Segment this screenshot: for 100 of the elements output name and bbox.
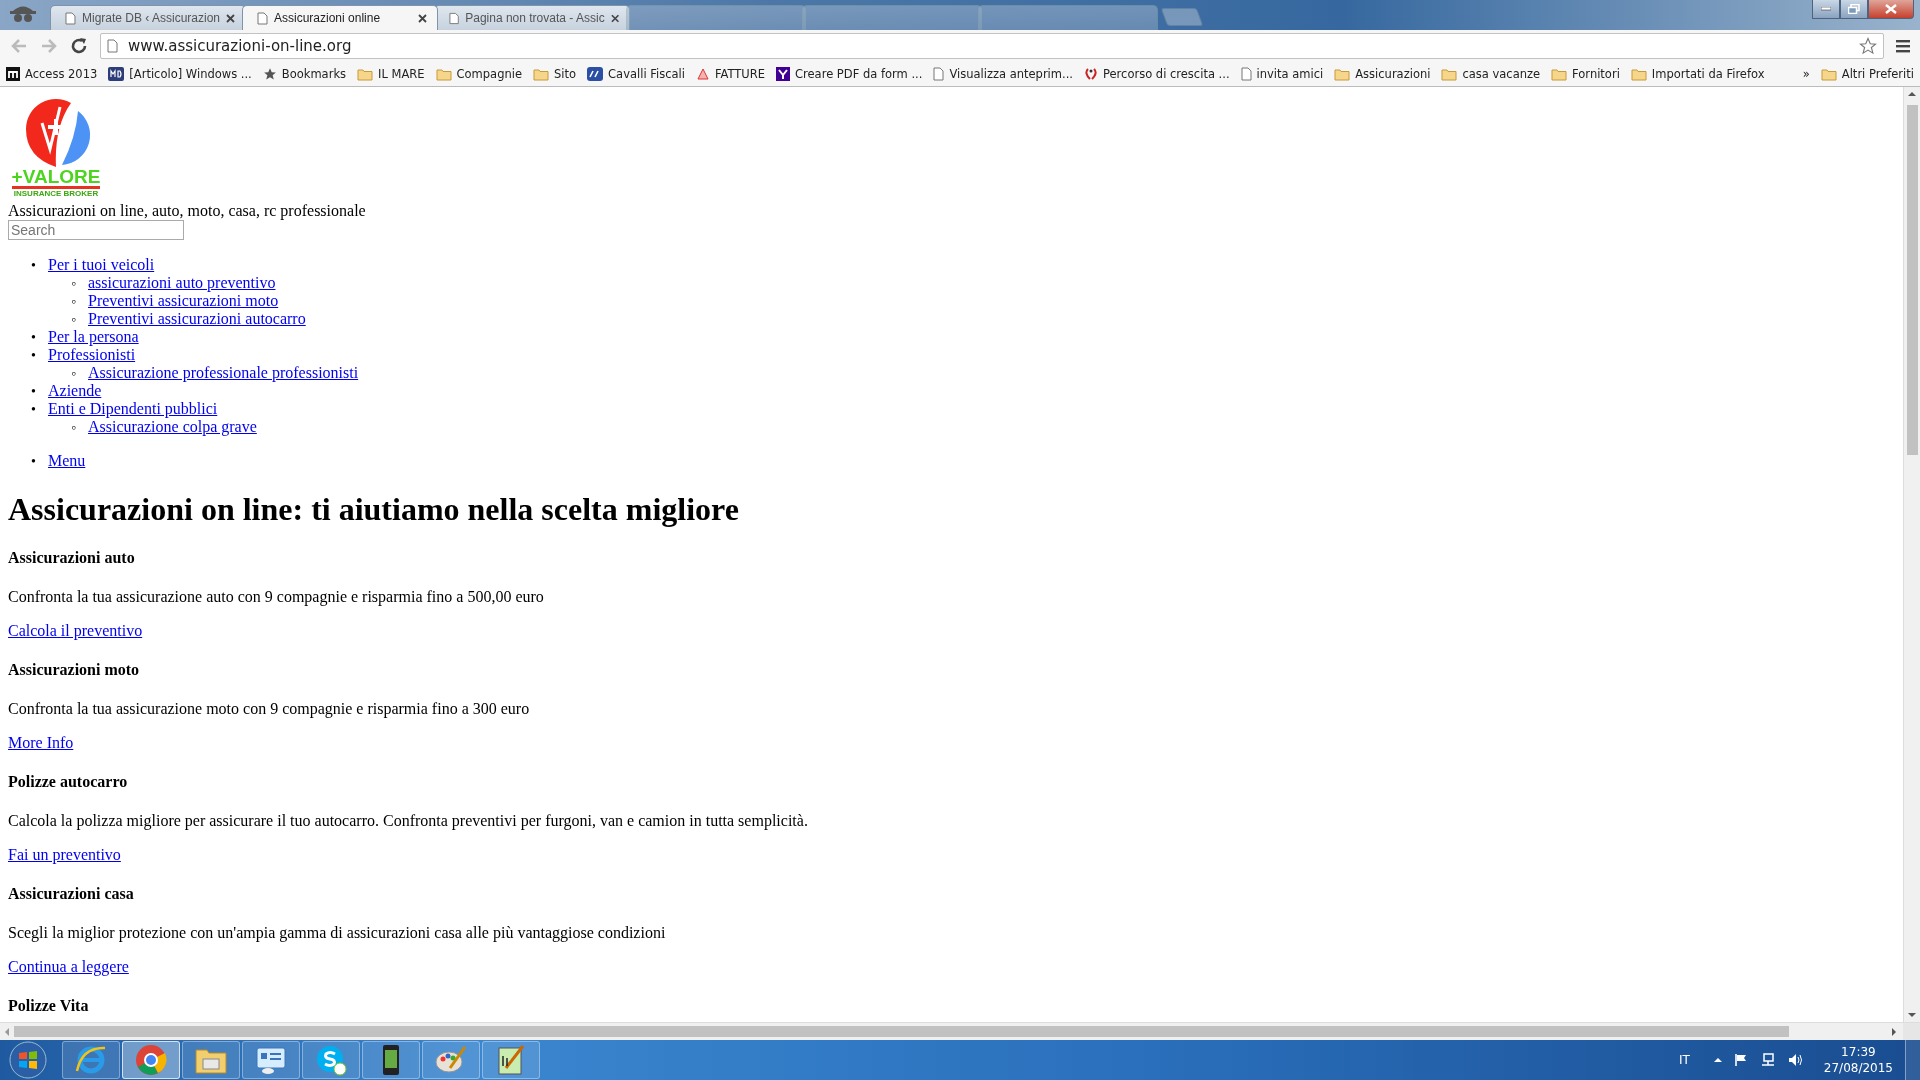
show-hidden-icons-icon[interactable]	[1713, 1057, 1722, 1063]
more-bookmarks-button[interactable]: »	[1802, 67, 1810, 81]
folder-icon	[435, 67, 452, 81]
clock[interactable]: 17:39 27/08/2015	[1823, 1044, 1893, 1076]
section-heading: Polizze Vita	[8, 997, 90, 1015]
star-icon[interactable]	[1859, 37, 1877, 55]
palette-icon	[434, 1044, 468, 1076]
folder-icon	[1551, 67, 1568, 81]
close-button[interactable]	[1868, 0, 1914, 19]
bookmark[interactable]: Importati da Firefox	[1630, 67, 1765, 81]
bookmark[interactable]: Sito	[533, 67, 577, 81]
language-indicator[interactable]: IT	[1678, 1053, 1690, 1067]
scroll-left-icon[interactable]	[4, 1027, 10, 1036]
bookmark[interactable]: Access 2013	[6, 67, 98, 81]
close-icon[interactable]	[226, 13, 235, 23]
bookmark[interactable]: FATTURE	[695, 67, 766, 81]
address-bar[interactable]: www.assicurazioni-on-line.org	[100, 33, 1884, 59]
bookmark-folder[interactable]: Altri Preferiti	[1820, 67, 1914, 81]
browser-tab[interactable]: Assicurazioni online	[242, 5, 438, 30]
app-logo-icon	[108, 67, 125, 81]
taskbar-app[interactable]	[182, 1041, 240, 1079]
restore-button[interactable]	[1840, 0, 1868, 19]
notepad-icon	[496, 1044, 526, 1076]
taskbar-app[interactable]	[482, 1041, 540, 1079]
page-icon	[449, 11, 460, 25]
search-field[interactable]: Search	[8, 220, 184, 240]
nav-link[interactable]: Aziende	[48, 382, 102, 400]
section-text: Scegli la miglior protezione con un'ampia gamma di assicurazioni casa alle più vantaggiose condizioni	[8, 924, 667, 942]
windows-logo-icon	[8, 1040, 48, 1080]
bullet: ◦	[71, 420, 77, 436]
bookmark[interactable]: Cavalli Fiscali	[587, 67, 685, 81]
app-logo-icon	[587, 67, 604, 81]
bookmark[interactable]: Creare PDF da form ...	[776, 67, 923, 81]
show-desktop-button[interactable]	[1905, 1040, 1920, 1080]
taskbar-app[interactable]	[302, 1041, 360, 1079]
section-heading: Assicurazioni auto	[8, 549, 136, 567]
bookmark[interactable]: invita amici	[1240, 67, 1324, 81]
bookmark[interactable]: IL MARE	[357, 67, 425, 81]
flag-icon[interactable]	[1733, 1053, 1748, 1067]
triangle-icon	[695, 67, 710, 81]
app-logo-icon	[776, 67, 791, 81]
bookmark[interactable]: Fornitori	[1551, 67, 1620, 81]
vertical-scrollbar[interactable]	[1903, 87, 1920, 1022]
nav-link[interactable]: Assicurazione professionale professionisti	[88, 364, 359, 382]
section-text: Confronta la tua assicurazione auto con 9 compagnie e risparmia fino a 500,00 euro	[8, 588, 545, 606]
reload-icon[interactable]	[70, 37, 88, 55]
folder-icon	[1630, 67, 1647, 81]
taskbar-app[interactable]	[362, 1041, 420, 1079]
restore-icon	[1848, 4, 1860, 14]
section-link[interactable]: Fai un preventivo	[8, 846, 121, 863]
bullet: •	[31, 454, 37, 470]
bookmark[interactable]: Percorso di crescita ...	[1084, 67, 1230, 81]
nav-link[interactable]: assicurazioni auto preventivo	[88, 274, 276, 292]
section-heading: Polizze autocarro	[8, 773, 129, 791]
section-link[interactable]: More Info	[8, 734, 74, 751]
close-icon[interactable]	[610, 13, 619, 23]
scroll-thumb[interactable]	[1906, 105, 1918, 455]
menu-link[interactable]: Menu	[48, 452, 86, 470]
bookmark[interactable]: Bookmarks	[262, 67, 347, 81]
menu-icon[interactable]	[1896, 39, 1910, 53]
bullet: ◦	[71, 366, 77, 382]
folder-icon	[357, 67, 374, 81]
section-heading: Assicurazioni casa	[8, 885, 135, 903]
bookmark[interactable]: Visualizza anteprim...	[933, 67, 1073, 81]
scroll-up-icon[interactable]	[1908, 91, 1916, 97]
tab-title: Pagina non trovata - Assic	[465, 11, 605, 25]
nav-link[interactable]: Assicurazione colpa grave	[88, 418, 257, 436]
bullet: •	[31, 330, 37, 346]
nav-link[interactable]: Preventivi assicurazioni moto	[88, 292, 279, 310]
bookmark[interactable]: [Articolo] Windows ...	[108, 67, 252, 81]
bookmark[interactable]: Assicurazioni	[1334, 67, 1431, 81]
bookmark[interactable]: casa vacanze	[1441, 67, 1541, 81]
section-link[interactable]: Continua a leggere	[8, 958, 129, 975]
chat-icon	[314, 1043, 348, 1077]
nav-link[interactable]: Enti e Dipendenti pubblici	[48, 400, 218, 418]
scroll-down-icon[interactable]	[1908, 1012, 1916, 1018]
tab-title: Assicurazioni online	[274, 11, 382, 25]
close-icon[interactable]	[418, 13, 427, 23]
folder-icon	[1820, 67, 1837, 81]
page-icon	[1240, 67, 1252, 81]
bullet: •	[31, 258, 37, 274]
nav-link[interactable]: Professionisti	[48, 346, 136, 364]
bookmark[interactable]: Compagnie	[435, 67, 522, 81]
section-link[interactable]: Calcola il preventivo	[8, 622, 143, 639]
minimize-button[interactable]	[1812, 0, 1840, 19]
page-heading: Assicurazioni on line: ti aiutiamo nella scelta migliore	[8, 491, 740, 528]
nav-link[interactable]: Per la persona	[48, 328, 139, 346]
nav-link[interactable]: Per i tuoi veicoli	[48, 256, 155, 274]
bullet: ◦	[71, 276, 77, 292]
scroll-thumb[interactable]	[14, 1026, 1789, 1037]
horizontal-scrollbar[interactable]	[0, 1022, 1920, 1040]
scroll-right-icon[interactable]	[1891, 1027, 1897, 1036]
section-heading: Assicurazioni moto	[8, 661, 141, 679]
network-icon[interactable]	[1759, 1053, 1776, 1067]
nav-link[interactable]: Preventivi assicurazioni autocarro	[88, 310, 306, 328]
taskbar-app[interactable]	[242, 1041, 300, 1079]
volume-icon[interactable]	[1787, 1053, 1804, 1067]
section-text: Confronta la tua assicurazione moto con 9 compagnie e risparmia fino a 300 euro	[8, 700, 531, 718]
site-tagline: Assicurazioni on line, auto, moto, casa, rc professionale	[8, 202, 367, 220]
taskbar-app[interactable]	[122, 1041, 180, 1079]
